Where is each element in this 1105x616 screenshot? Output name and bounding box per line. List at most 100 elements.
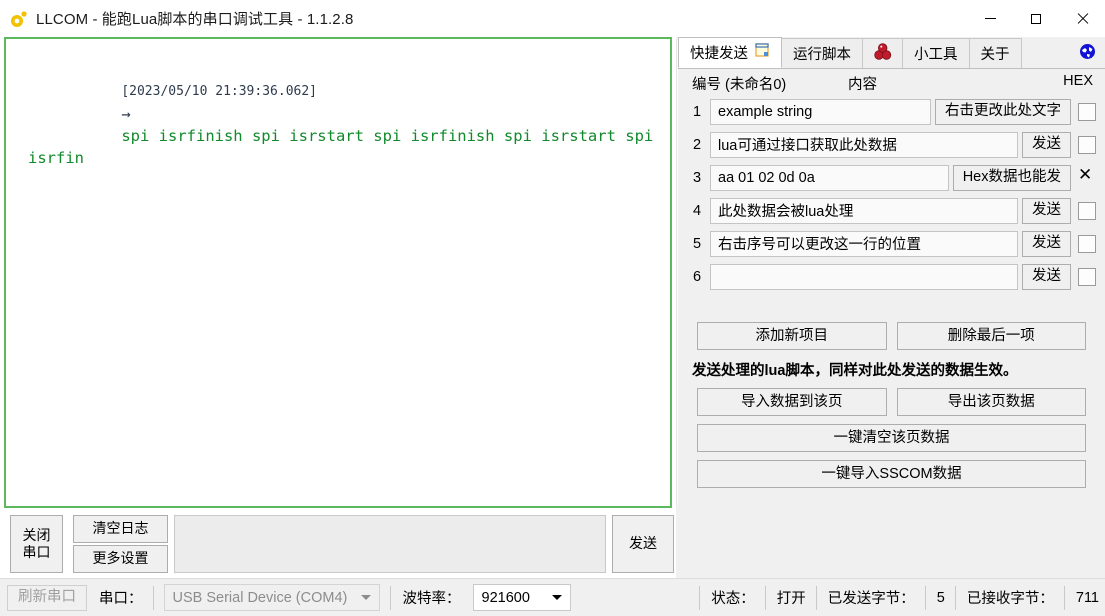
status-bar: 刷新串口 串口： USB Serial Device (COM4) 波特率： 9…	[0, 578, 1105, 616]
column-header-content: 内容	[848, 77, 877, 93]
row-index[interactable]: 3	[686, 170, 708, 186]
row-index[interactable]: 6	[686, 269, 708, 285]
window-title: LLCOM - 能跑Lua脚本的串口调试工具 - 1.1.2.8	[36, 11, 354, 28]
row-index[interactable]: 5	[686, 236, 708, 252]
received-bytes-label: 已接收字节：	[966, 591, 1054, 607]
sent-bytes-value: 5	[936, 589, 945, 606]
quick-send-rows: 1 右击更改此处文字 2 发送 3 Hex数据也能发 4 发送	[678, 95, 1105, 293]
window-controls	[967, 0, 1105, 37]
title-bar: LLCOM - 能跑Lua脚本的串口调试工具 - 1.1.2.8	[0, 0, 1105, 37]
tab-run-script-label: 运行脚本	[793, 47, 851, 63]
tab-strip: 快捷发送 运行脚本 小工具 关于	[678, 37, 1105, 69]
row-value-input[interactable]	[710, 164, 949, 191]
port-select[interactable]: USB Serial Device (COM4)	[163, 584, 380, 611]
more-settings-button[interactable]: 更多设置	[73, 545, 168, 573]
lua-script-hint: 发送处理的lua脚本，同样对此处发送的数据生效。	[692, 363, 1018, 379]
sent-bytes-label: 已发送字节：	[827, 591, 915, 607]
log-line: [2023/05/10 21:39:36.062] → spi isrfinis…	[28, 57, 660, 191]
tab-about[interactable]: 关于	[968, 38, 1022, 68]
maximize-button[interactable]	[1013, 0, 1059, 37]
row-send-button[interactable]: Hex数据也能发	[952, 164, 1071, 191]
divider	[815, 585, 817, 610]
log-output[interactable]: [2023/05/10 21:39:36.062] → spi isrfinis…	[6, 39, 670, 506]
row-hex-checkbox[interactable]	[1078, 234, 1096, 253]
row-hex-checkbox[interactable]	[1078, 201, 1096, 220]
table-row: 3 Hex数据也能发	[678, 161, 1105, 194]
clear-log-button[interactable]: 清空日志	[73, 515, 168, 543]
chevron-down-icon	[551, 595, 562, 600]
divider	[924, 585, 926, 610]
action-row-clear: 一键清空该页数据	[678, 424, 1105, 452]
tab-quick-send[interactable]: 快捷发送	[678, 37, 782, 68]
table-row: 5 发送	[678, 227, 1105, 260]
status-indicators: 状态： 打开 已发送字节： 5 已接收字节： 711	[689, 585, 1105, 610]
row-send-button[interactable]: 发送	[1022, 230, 1071, 257]
send-button[interactable]: 发送	[612, 515, 674, 573]
column-header-hex: HEX	[1063, 73, 1093, 89]
row-hex-checkbox[interactable]	[1078, 267, 1096, 286]
action-row-import-export: 导入数据到该页 导出该页数据	[678, 388, 1105, 416]
divider	[764, 585, 766, 610]
tab-lua[interactable]	[862, 38, 903, 68]
add-item-button[interactable]: 添加新项目	[697, 322, 887, 350]
action-row-import-sscom: 一键导入SSCOM数据	[678, 460, 1105, 488]
port-label: 串口：	[99, 591, 143, 607]
send-controls: 关闭 串口 清空日志 更多设置 发送	[4, 515, 674, 573]
table-row: 6 发送	[678, 260, 1105, 293]
table-row: 4 发送	[678, 194, 1105, 227]
row-send-button[interactable]: 发送	[1022, 197, 1071, 224]
lua-balls-icon	[873, 43, 892, 64]
action-row-add-delete: 添加新项目 删除最后一项	[678, 322, 1105, 350]
chevron-down-icon	[360, 595, 371, 600]
close-button[interactable]	[1059, 0, 1105, 37]
table-row: 1 右击更改此处文字	[678, 95, 1105, 128]
row-send-button[interactable]: 发送	[1022, 131, 1071, 158]
table-row: 2 发送	[678, 128, 1105, 161]
row-hex-checkbox[interactable]	[1078, 135, 1096, 154]
maximize-icon	[1031, 13, 1041, 24]
log-message: spi isrfinish spi isrstart spi isrfinish…	[28, 127, 663, 167]
table-header: 编号 (未命名0) 内容 HEX	[678, 68, 1105, 96]
column-header-number: 编号 (未命名0)	[692, 77, 787, 93]
close-port-label-line2: 串口	[22, 544, 51, 560]
row-hex-checkbox[interactable]	[1078, 102, 1096, 121]
tab-quick-send-label: 快捷发送	[690, 46, 748, 62]
row-value-input[interactable]	[710, 263, 1018, 290]
divider	[389, 585, 391, 610]
divider	[1063, 585, 1065, 610]
export-page-data-button[interactable]: 导出该页数据	[896, 388, 1086, 416]
row-value-input[interactable]	[710, 230, 1018, 257]
row-value-input[interactable]	[710, 131, 1018, 158]
row-index[interactable]: 2	[686, 137, 708, 153]
app-icon	[9, 10, 27, 28]
log-direction-arrow: →	[121, 105, 131, 123]
minimize-button[interactable]	[967, 0, 1013, 37]
tab-tools[interactable]: 小工具	[902, 38, 970, 68]
row-index[interactable]: 1	[686, 104, 708, 120]
note-page-icon	[755, 43, 770, 62]
state-label: 状态：	[711, 591, 755, 607]
clear-page-data-button[interactable]: 一键清空该页数据	[697, 424, 1086, 452]
right-panel: 快捷发送 运行脚本 小工具 关于 编号 (未命名0) 内容 HEX 1 exam…	[678, 37, 1105, 578]
baud-select[interactable]: 921600	[472, 584, 571, 611]
action-buttons: 添加新项目 删除最后一项 发送处理的lua脚本，同样对此处发送的数据生效。 导入…	[678, 322, 1105, 496]
divider	[699, 585, 701, 610]
import-page-data-button[interactable]: 导入数据到该页	[697, 388, 887, 416]
row-hex-checkbox[interactable]	[1078, 166, 1096, 187]
tab-about-label: 关于	[980, 47, 1010, 63]
received-bytes-value: 711	[1075, 589, 1099, 606]
import-sscom-data-button[interactable]: 一键导入SSCOM数据	[697, 460, 1086, 488]
tab-run-script[interactable]: 运行脚本	[781, 38, 863, 68]
log-output-panel: [2023/05/10 21:39:36.062] → spi isrfinis…	[4, 37, 672, 508]
refresh-ports-button[interactable]: 刷新串口	[7, 584, 87, 611]
row-value-input[interactable]	[710, 197, 1018, 224]
close-port-label-line1: 关闭	[22, 526, 51, 543]
row-index[interactable]: 4	[686, 203, 708, 219]
delete-last-item-button[interactable]: 删除最后一项	[896, 322, 1086, 350]
row-value-input[interactable]	[710, 98, 931, 125]
send-input[interactable]	[174, 515, 606, 573]
close-port-button[interactable]: 关闭 串口	[10, 515, 63, 573]
row-send-button[interactable]: 右击更改此处文字	[935, 98, 1071, 125]
row-send-button[interactable]: 发送	[1022, 263, 1071, 290]
globe-icon[interactable]	[1079, 43, 1096, 60]
